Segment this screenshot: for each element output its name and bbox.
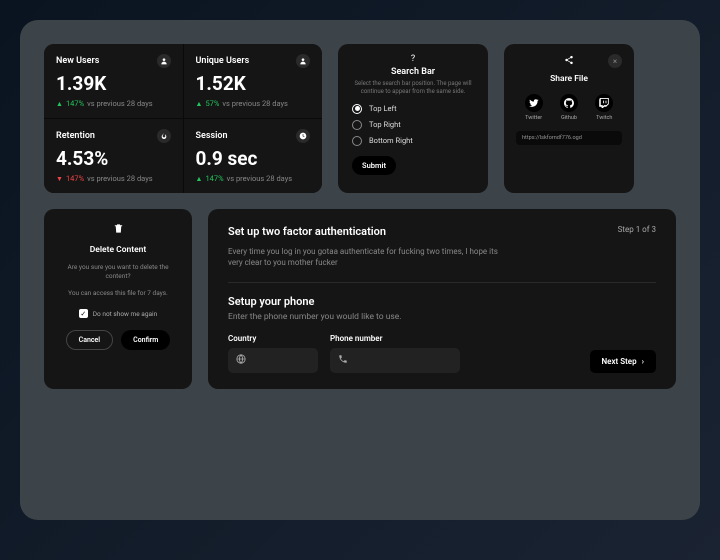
radio-icon <box>352 136 362 146</box>
twitter-icon <box>525 94 543 112</box>
user-icon <box>157 54 171 68</box>
cancel-button[interactable]: Cancel <box>66 330 113 350</box>
stat-pct: 147% <box>66 99 84 108</box>
submit-button[interactable]: Submit <box>352 156 396 175</box>
radio-option[interactable]: Bottom Right <box>352 136 474 146</box>
social-label: Twitter <box>525 115 543 121</box>
arrow-right-icon: › <box>642 357 644 366</box>
social-twitch[interactable]: Twitch <box>595 94 613 121</box>
phone-label: Phone number <box>330 334 460 343</box>
delete-info: You can access this file for 7 days. <box>58 289 178 297</box>
stat-pct: 147% <box>66 174 84 183</box>
dont-show-checkbox[interactable]: ✓ Do not show me again <box>58 309 178 318</box>
stat-title: Retention <box>56 131 95 141</box>
social-github[interactable]: Github <box>560 94 578 121</box>
stat-title: Unique Users <box>196 56 250 66</box>
stat-card: Retention 4.53% ▼ 147% vs previous 28 da… <box>44 119 183 193</box>
twitch-icon <box>595 94 613 112</box>
share-url[interactable]: https://lskforndf776.ogd <box>516 131 622 145</box>
stat-card: Session 0.9 sec ▲ 147% vs previous 28 da… <box>184 119 323 193</box>
radio-label: Top Left <box>369 104 397 113</box>
twofa-desc: Every time you log in you gotaa authenti… <box>228 246 508 268</box>
trend-up-icon: ▲ <box>196 100 203 108</box>
delete-card: Delete Content Are you sure you want to … <box>44 209 192 389</box>
share-icon <box>564 55 574 68</box>
stat-card: New Users 1.39K ▲ 147% vs previous 28 da… <box>44 44 183 118</box>
searchbar-title: Search Bar <box>352 67 474 77</box>
stat-title: Session <box>196 131 228 141</box>
stat-card: Unique Users 1.52K ▲ 57% vs previous 28 … <box>184 44 323 118</box>
github-icon <box>560 94 578 112</box>
stat-compare: vs previous 28 days <box>87 174 153 183</box>
twofa-step: Step 1 of 3 <box>618 225 656 234</box>
searchbar-desc: Select the search bar position. The page… <box>352 80 474 96</box>
delete-title: Delete Content <box>58 245 178 255</box>
radio-icon <box>352 104 362 114</box>
radio-icon <box>352 120 362 130</box>
share-title: Share File <box>516 74 622 84</box>
trend-up-icon: ▲ <box>196 175 203 183</box>
radio-option[interactable]: Top Right <box>352 120 474 130</box>
trash-icon <box>58 223 178 237</box>
trend-up-icon: ▲ <box>56 100 63 108</box>
radio-label: Top Right <box>369 120 401 129</box>
searchbar-card: ? Search Bar Select the search bar posit… <box>338 44 488 193</box>
twofa-subdesc: Enter the phone number you would like to… <box>228 312 656 322</box>
divider <box>228 282 656 283</box>
stat-value: 1.39K <box>56 72 171 95</box>
trend-down-icon: ▼ <box>56 175 63 183</box>
globe-icon <box>236 354 246 367</box>
country-select[interactable] <box>228 348 318 373</box>
share-card: × Share File Twitter Github Twitch https… <box>504 44 634 193</box>
stat-compare: vs previous 28 days <box>222 99 288 108</box>
clock-icon <box>296 129 310 143</box>
checkbox-icon: ✓ <box>79 309 88 318</box>
stat-value: 1.52K <box>196 72 311 95</box>
stat-compare: vs previous 28 days <box>227 174 293 183</box>
confirm-button[interactable]: Confirm <box>121 330 170 350</box>
phone-icon <box>338 354 348 367</box>
close-icon[interactable]: × <box>608 54 622 68</box>
twofa-title: Set up two factor authentication <box>228 225 386 238</box>
social-label: Twitch <box>595 115 613 121</box>
social-label: Github <box>560 115 578 121</box>
stat-value: 0.9 sec <box>196 147 311 170</box>
next-step-button[interactable]: Next Step › <box>590 350 656 373</box>
flame-icon <box>157 129 171 143</box>
social-twitter[interactable]: Twitter <box>525 94 543 121</box>
twofa-card: Set up two factor authentication Step 1 … <box>208 209 676 389</box>
user-icon <box>296 54 310 68</box>
stat-compare: vs previous 28 days <box>87 99 153 108</box>
stat-title: New Users <box>56 56 99 66</box>
help-icon: ? <box>352 54 474 64</box>
stat-pct: 147% <box>205 174 223 183</box>
stat-value: 4.53% <box>56 147 171 170</box>
stats-grid: New Users 1.39K ▲ 147% vs previous 28 da… <box>44 44 322 193</box>
delete-question: Are you sure you want to delete the cont… <box>58 263 178 281</box>
twofa-subtitle: Setup your phone <box>228 295 656 308</box>
radio-option[interactable]: Top Left <box>352 104 474 114</box>
country-label: Country <box>228 334 318 343</box>
stat-pct: 57% <box>205 99 219 108</box>
radio-label: Bottom Right <box>369 136 413 145</box>
phone-input[interactable] <box>330 348 460 373</box>
